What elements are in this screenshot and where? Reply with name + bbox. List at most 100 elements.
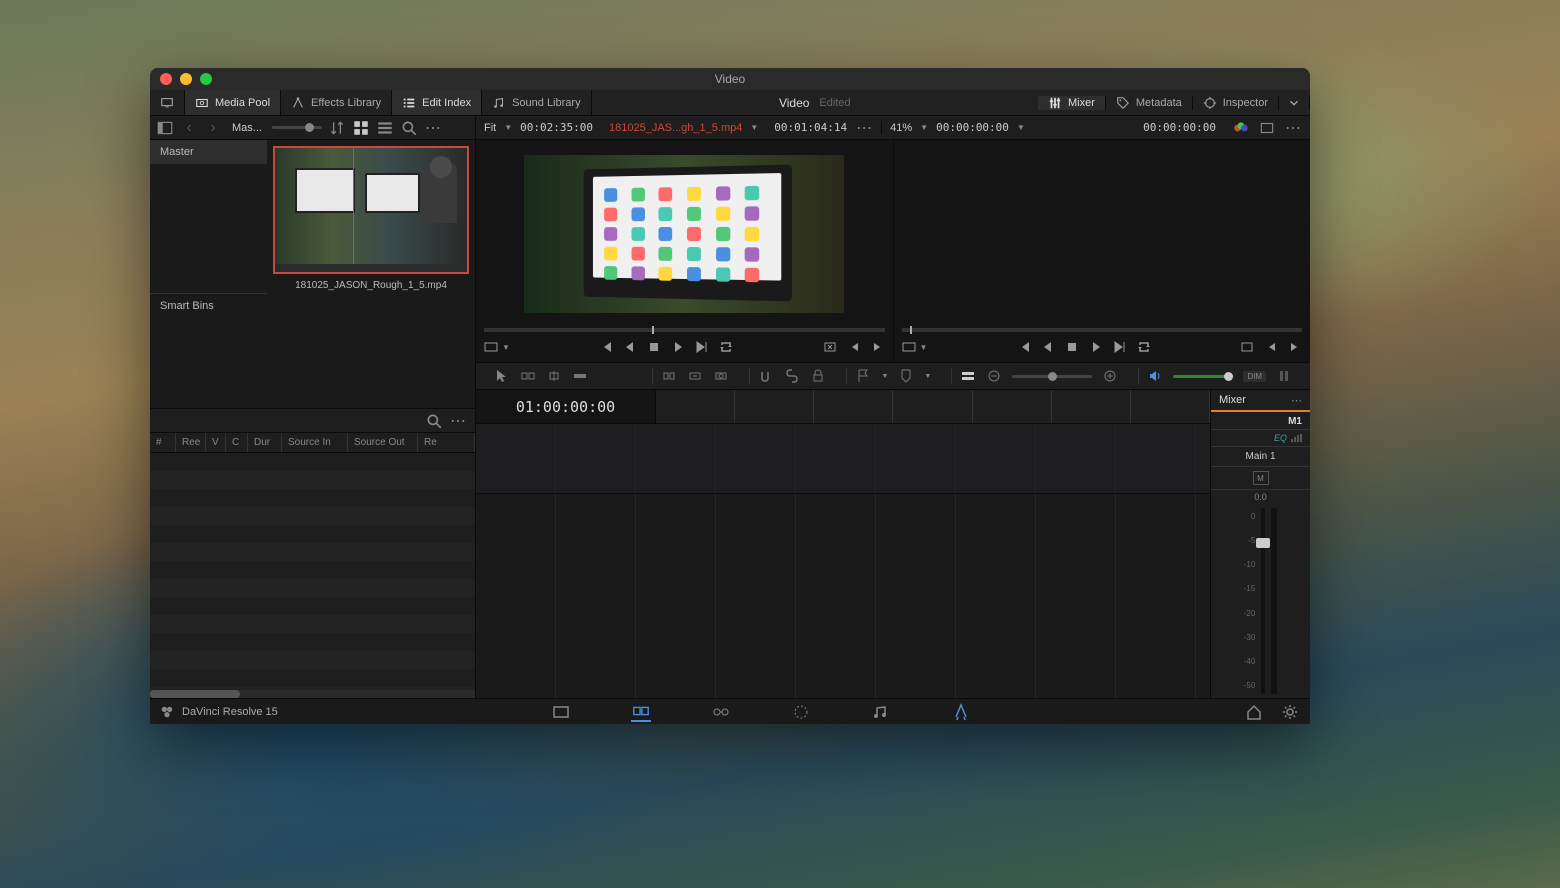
- match-frame-icon[interactable]: [823, 340, 837, 354]
- thumbnail-size-slider[interactable]: [272, 126, 322, 129]
- mute-icon[interactable]: [1276, 368, 1292, 384]
- zoom-percent[interactable]: 41%: [890, 122, 912, 134]
- edit-page-icon[interactable]: [631, 702, 651, 722]
- nav-back-icon[interactable]: ‹: [180, 119, 198, 137]
- chevron-down-icon[interactable]: ▼: [750, 123, 758, 132]
- first-frame-icon[interactable]: [1017, 340, 1031, 354]
- bin-content[interactable]: 181025_JASON_Rough_1_5.mp4: [267, 140, 475, 408]
- minimize-button[interactable]: [180, 73, 192, 85]
- zoom-fit-button[interactable]: Fit: [484, 122, 496, 134]
- prev-frame-icon[interactable]: [623, 340, 637, 354]
- record-tc-right[interactable]: 00:00:00:00: [1143, 121, 1216, 134]
- zoom-slider[interactable]: [1012, 375, 1092, 378]
- zoom-in-icon[interactable]: [1102, 368, 1118, 384]
- chevron-down-icon[interactable]: ▼: [920, 343, 928, 352]
- viewer-mode-icon[interactable]: [902, 340, 916, 354]
- bin-master[interactable]: Master: [150, 140, 267, 164]
- more-options-icon[interactable]: ⋯: [1291, 394, 1302, 407]
- snap-icon[interactable]: [758, 368, 774, 384]
- chevron-down-icon[interactable]: ▼: [504, 123, 512, 132]
- col-dur[interactable]: Dur: [248, 433, 282, 452]
- edit-index-scrollbar[interactable]: [150, 690, 475, 698]
- edit-index-rows[interactable]: [150, 453, 475, 690]
- grid-view-icon[interactable]: [352, 119, 370, 137]
- stop-icon[interactable]: [647, 340, 661, 354]
- sidebar-toggle-icon[interactable]: [156, 119, 174, 137]
- chevron-down-icon[interactable]: ▼: [502, 343, 510, 352]
- next-frame-icon[interactable]: [695, 340, 709, 354]
- audio-track[interactable]: [476, 494, 1210, 698]
- lock-icon[interactable]: [810, 368, 826, 384]
- col-source-out[interactable]: Source Out: [348, 433, 418, 452]
- volume-icon[interactable]: [1147, 368, 1163, 384]
- timeline-tracks[interactable]: [476, 424, 1210, 698]
- mark-out-icon[interactable]: [1288, 340, 1302, 354]
- mixer-channel[interactable]: M1: [1211, 412, 1310, 430]
- list-view-icon[interactable]: [376, 119, 394, 137]
- loop-icon[interactable]: [1137, 340, 1151, 354]
- settings-icon[interactable]: [1280, 702, 1300, 722]
- next-frame-icon[interactable]: [1113, 340, 1127, 354]
- source-filename[interactable]: 181025_JAS...gh_1_5.mp4: [609, 122, 742, 134]
- link-icon[interactable]: [784, 368, 800, 384]
- play-icon[interactable]: [671, 340, 685, 354]
- col-number[interactable]: #: [150, 433, 176, 452]
- color-page-icon[interactable]: [791, 702, 811, 722]
- deliver-page-icon[interactable]: [951, 702, 971, 722]
- col-reel[interactable]: Ree: [176, 433, 206, 452]
- chevron-down-icon[interactable]: ▼: [924, 373, 931, 380]
- media-page-icon[interactable]: [551, 702, 571, 722]
- flag-icon[interactable]: [855, 368, 871, 384]
- insert-clip-icon[interactable]: [661, 368, 677, 384]
- mixer-eq-button[interactable]: EQ: [1211, 430, 1310, 447]
- mark-in-icon[interactable]: [1264, 340, 1278, 354]
- replace-clip-icon[interactable]: [713, 368, 729, 384]
- clip-thumbnail[interactable]: [273, 146, 469, 274]
- maximize-button[interactable]: [200, 73, 212, 85]
- marker-icon[interactable]: [898, 368, 914, 384]
- dim-button[interactable]: DIM: [1243, 371, 1266, 382]
- loop-icon[interactable]: [719, 340, 733, 354]
- chevron-down-icon[interactable]: ▼: [920, 123, 928, 132]
- titlebar[interactable]: Video: [150, 68, 1310, 90]
- mute-button[interactable]: M: [1253, 471, 1269, 485]
- bin-smart[interactable]: Smart Bins: [150, 293, 267, 318]
- close-button[interactable]: [160, 73, 172, 85]
- video-track[interactable]: [476, 424, 1210, 494]
- source-timecode[interactable]: 00:01:04:14: [774, 121, 847, 134]
- viewer-mode-icon[interactable]: [484, 340, 498, 354]
- prev-frame-icon[interactable]: [1041, 340, 1055, 354]
- volume-slider[interactable]: [1173, 375, 1233, 378]
- nav-forward-icon[interactable]: ›: [204, 119, 222, 137]
- fader-handle[interactable]: [1256, 538, 1270, 548]
- col-record[interactable]: Re: [418, 433, 475, 452]
- record-scrubber[interactable]: [902, 328, 1303, 332]
- home-icon[interactable]: [1244, 702, 1264, 722]
- bin-path[interactable]: Mas...: [228, 122, 266, 134]
- more-options-icon[interactable]: ⋯: [424, 119, 442, 137]
- mark-in-icon[interactable]: [847, 340, 861, 354]
- timeline-ruler[interactable]: [656, 390, 1210, 423]
- chevron-down-icon[interactable]: ▼: [881, 373, 888, 380]
- edit-index-toggle[interactable]: Edit Index: [392, 90, 482, 115]
- col-c[interactable]: C: [226, 433, 248, 452]
- mark-out-icon[interactable]: [871, 340, 885, 354]
- trim-tool-icon[interactable]: [520, 368, 536, 384]
- effects-library-toggle[interactable]: Effects Library: [281, 90, 392, 115]
- arrow-tool-icon[interactable]: [494, 368, 510, 384]
- more-options-icon[interactable]: ⋯: [449, 412, 467, 430]
- zoom-out-icon[interactable]: [986, 368, 1002, 384]
- insert-tool-icon[interactable]: [572, 368, 588, 384]
- play-icon[interactable]: [1089, 340, 1103, 354]
- mixer-main-label[interactable]: Main 1: [1211, 447, 1310, 467]
- mixer-toggle[interactable]: Mixer: [1038, 96, 1106, 110]
- timeline-timecode[interactable]: 01:00:00:00: [476, 390, 656, 423]
- search-icon[interactable]: [425, 412, 443, 430]
- media-pool-toggle[interactable]: Media Pool: [185, 90, 281, 115]
- metadata-toggle[interactable]: Metadata: [1106, 96, 1193, 110]
- col-source-in[interactable]: Source In: [282, 433, 348, 452]
- chevron-down-icon[interactable]: ▼: [1017, 123, 1025, 132]
- source-canvas[interactable]: [484, 144, 885, 324]
- fader-track[interactable]: [1261, 508, 1265, 694]
- more-options-icon[interactable]: ⋯: [855, 119, 873, 137]
